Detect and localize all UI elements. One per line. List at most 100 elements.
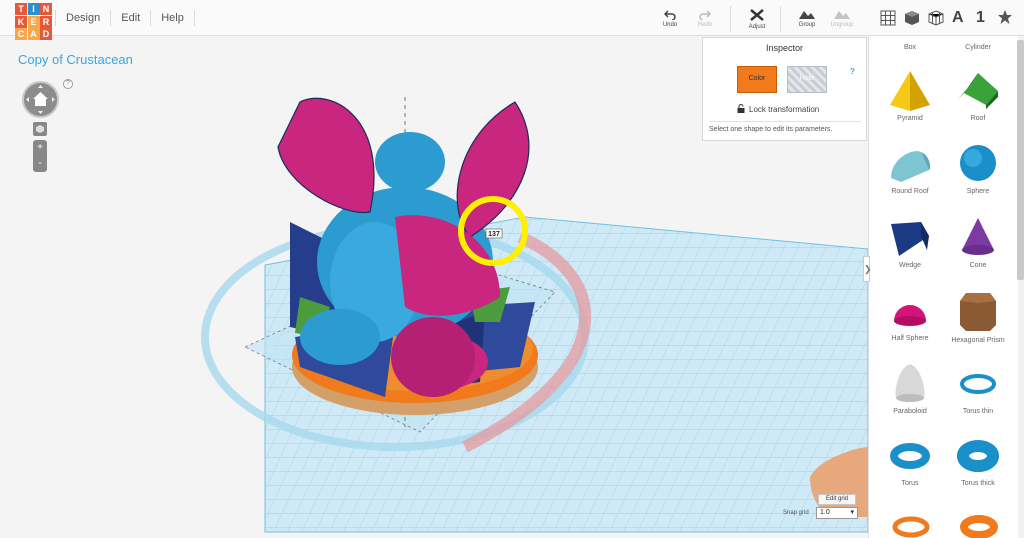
view-navigation-dial[interactable] bbox=[22, 81, 59, 118]
shape-torus[interactable]: Torus bbox=[875, 434, 945, 487]
shape-label: Half Sphere bbox=[891, 335, 929, 342]
logo-letter: N bbox=[40, 3, 52, 15]
shape-label: Sphere bbox=[966, 188, 990, 195]
number-tool[interactable]: 1 bbox=[976, 9, 985, 27]
shape-sphere[interactable]: Sphere bbox=[943, 142, 1013, 195]
lock-label: Lock transformation bbox=[749, 105, 820, 114]
view-cube-icon bbox=[36, 125, 44, 133]
roof-icon bbox=[958, 73, 998, 109]
tube-icon[interactable] bbox=[889, 512, 933, 538]
shape-round-roof[interactable]: Round Roof bbox=[875, 142, 945, 195]
shape-label: Torus bbox=[901, 480, 919, 487]
menu-help[interactable]: Help bbox=[150, 10, 195, 26]
wedge-icon bbox=[891, 222, 929, 256]
hole-label: Hole bbox=[799, 75, 815, 82]
shape-label: Pyramid bbox=[897, 115, 923, 122]
adjust-button[interactable]: Adjust bbox=[737, 8, 777, 30]
lock-icon bbox=[737, 104, 745, 113]
shape-category-toolbar: A 1 bbox=[868, 0, 1024, 36]
group-button[interactable]: Group bbox=[787, 8, 827, 28]
logo-letter: E bbox=[27, 15, 40, 28]
group-label: Group bbox=[798, 22, 816, 28]
shape-half-sphere[interactable]: Half Sphere bbox=[875, 289, 945, 342]
inspector-title: Inspector bbox=[765, 43, 804, 53]
tinkercad-window: 137 T I N K E R C A D Design Edit Help U… bbox=[0, 0, 1024, 538]
torus-icon bbox=[890, 443, 930, 469]
hole-button[interactable]: Hole bbox=[787, 66, 827, 93]
star-icon[interactable] bbox=[997, 9, 1013, 25]
shape-hexagonal-prism[interactable]: Hexagonal Prism bbox=[943, 289, 1013, 344]
shape-label: Round Roof bbox=[891, 188, 929, 195]
inspector-panel: Inspector Color Hole ? Lock transformati… bbox=[702, 37, 867, 141]
shape-label: Paraboloid bbox=[893, 408, 927, 415]
logo-letter: R bbox=[40, 15, 52, 28]
snap-grid-select[interactable]: 1.0 bbox=[816, 507, 858, 519]
collapse-sidebar-tab[interactable]: ❯ bbox=[863, 256, 872, 282]
toolbar-divider bbox=[780, 6, 781, 32]
logo-letter: D bbox=[40, 28, 52, 40]
cone-icon bbox=[962, 218, 994, 255]
menu-edit[interactable]: Edit bbox=[110, 10, 150, 26]
zoom-out-button[interactable]: - bbox=[33, 156, 47, 172]
logo-letter: K bbox=[15, 15, 27, 28]
redo-icon bbox=[699, 10, 711, 20]
box-icon bbox=[890, 36, 930, 40]
text-tool[interactable]: A bbox=[952, 9, 964, 27]
undo-label: Undo bbox=[662, 22, 678, 28]
logo-letter: C bbox=[15, 28, 27, 40]
half-sphere-icon bbox=[894, 305, 926, 326]
sidebar-scrollbar-thumb[interactable] bbox=[1017, 40, 1024, 280]
tinkercad-logo[interactable]: T I N K E R C A D bbox=[15, 3, 52, 40]
inspector-help-button[interactable]: ? bbox=[850, 67, 855, 76]
inspector-divider bbox=[709, 121, 861, 122]
shape-cylinder[interactable]: Cylinder bbox=[943, 36, 1013, 51]
cylinder-icon bbox=[958, 36, 998, 40]
redo-button[interactable]: Redo bbox=[685, 8, 725, 28]
shape-label: Box bbox=[903, 44, 917, 51]
shape-box[interactable]: Box bbox=[875, 36, 945, 51]
zoom-controls[interactable]: + - bbox=[33, 140, 47, 172]
main-menu: Design Edit Help bbox=[55, 10, 195, 26]
inspector-note: Select one shape to edit its parameters. bbox=[709, 126, 833, 133]
design-title[interactable]: Copy of Crustacean bbox=[18, 52, 133, 67]
shape-label: Torus thin bbox=[962, 408, 994, 415]
redo-label: Redo bbox=[697, 22, 713, 28]
pyramid-icon bbox=[890, 71, 930, 111]
cube-icon[interactable] bbox=[904, 10, 920, 26]
shape-label: Roof bbox=[970, 115, 986, 122]
undo-button[interactable]: Undo bbox=[650, 8, 690, 28]
shape-paraboloid[interactable]: Paraboloid bbox=[875, 362, 945, 415]
wireframe-cube-icon[interactable] bbox=[928, 10, 944, 26]
shape-pyramid[interactable]: Pyramid bbox=[875, 69, 945, 122]
adjust-icon bbox=[750, 9, 764, 21]
home-icon bbox=[26, 85, 55, 114]
rotation-readout: 137 bbox=[488, 231, 500, 238]
sphere-icon bbox=[960, 145, 996, 181]
logo-letter: A bbox=[27, 28, 40, 40]
shape-torus-thin[interactable]: Torus thin bbox=[943, 362, 1013, 415]
lock-transformation-toggle[interactable]: Lock transformation bbox=[737, 104, 819, 114]
paraboloid-icon bbox=[895, 364, 925, 402]
ungroup-button[interactable]: Ungroup bbox=[822, 8, 862, 28]
shape-label: Hexagonal Prism bbox=[951, 337, 1005, 344]
toolbar-divider bbox=[730, 6, 731, 32]
round-roof-icon bbox=[891, 151, 931, 182]
zoom-in-button[interactable]: + bbox=[33, 140, 47, 156]
tube-thick-icon[interactable] bbox=[957, 512, 1001, 538]
shape-roof[interactable]: Roof bbox=[943, 69, 1013, 122]
menu-design[interactable]: Design bbox=[55, 10, 110, 26]
shape-wedge[interactable]: Wedge bbox=[875, 216, 945, 269]
shape-torus-thick[interactable]: Torus thick bbox=[943, 434, 1013, 487]
color-swatch-button[interactable]: Color bbox=[737, 66, 777, 93]
logo-letter: I bbox=[27, 3, 40, 15]
torus-thin-icon bbox=[960, 374, 996, 394]
shape-cone[interactable]: Cone bbox=[943, 216, 1013, 269]
top-toolbar: T I N K E R C A D Design Edit Help Undo … bbox=[0, 0, 868, 40]
help-button[interactable]: ? bbox=[63, 79, 73, 89]
shape-label: Cone bbox=[969, 262, 987, 269]
ungroup-icon bbox=[834, 11, 850, 19]
grid-view-icon[interactable] bbox=[880, 10, 896, 26]
ortho-view-button[interactable] bbox=[33, 122, 47, 136]
edit-grid-button[interactable]: Edit grid bbox=[818, 494, 856, 505]
shape-label: Cylinder bbox=[965, 44, 991, 51]
